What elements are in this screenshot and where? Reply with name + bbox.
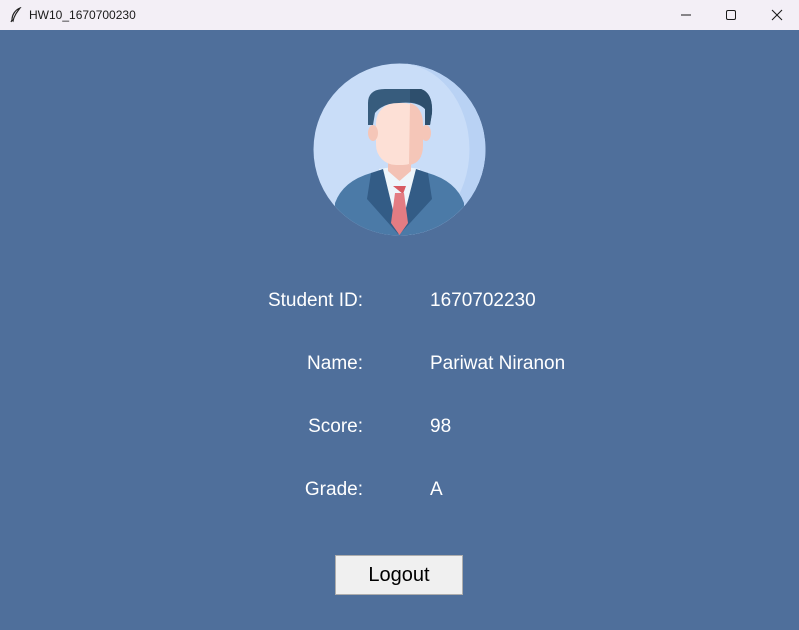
window-title: HW10_1670700230 <box>29 8 136 22</box>
minimize-button[interactable] <box>663 0 709 30</box>
businessman-avatar-icon <box>313 63 486 236</box>
score-label: Score: <box>308 416 363 437</box>
name-label: Name: <box>307 353 363 374</box>
close-icon <box>771 9 783 21</box>
maximize-icon <box>726 10 736 20</box>
score-value: 98 <box>430 416 452 437</box>
minimize-icon <box>681 14 691 16</box>
title-bar[interactable]: HW10_1670700230 <box>0 0 799 30</box>
student-id-value: 1670702230 <box>430 290 536 311</box>
app-window: HW10_1670700230 Student ID: 1670702230 N… <box>0 0 799 630</box>
student-id-label: Student ID: <box>267 290 363 311</box>
name-value: Pariwat Niranon <box>430 353 566 374</box>
close-button[interactable] <box>754 0 799 30</box>
grade-value: A <box>430 479 443 500</box>
feather-icon <box>10 7 22 23</box>
maximize-button[interactable] <box>708 0 754 30</box>
grade-label: Grade: <box>304 479 363 500</box>
logout-button[interactable]: Logout <box>335 555 463 595</box>
